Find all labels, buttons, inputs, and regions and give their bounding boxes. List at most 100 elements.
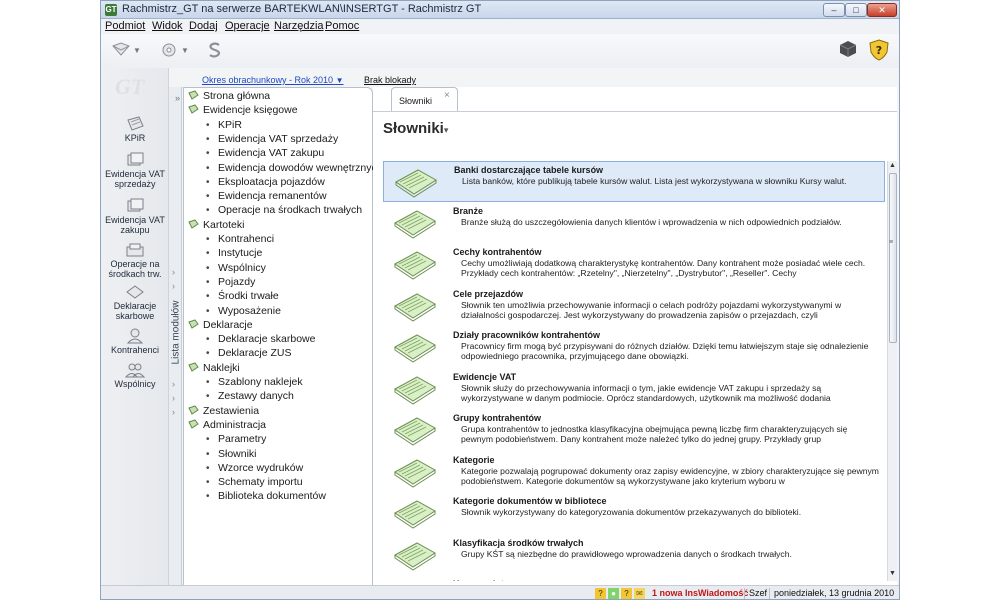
title-bar[interactable]: GT Rachmistrz_GT na serwerze BARTEKWLAN\… [101,1,899,19]
nav-srodki-trwale[interactable]: Operacje na środkach trw. [101,242,169,279]
tree-group[interactable]: Zestawienia [188,405,259,418]
tree-item[interactable]: • Wyposażenie [206,305,281,318]
toolbar-mail-button[interactable]: ▼ [111,39,141,61]
tree-item[interactable]: • Operacje na środkach trwałych [206,204,362,217]
bullet-icon: • [206,334,210,346]
tree-group[interactable]: Naklejki [188,362,240,375]
tree-group[interactable]: Strona główna [188,90,270,103]
dictionary-list-item[interactable]: Kursy walut [383,576,885,581]
module-icon-bar: GT KPiR Ewidencja VAT sprzedaży Ewidencj… [101,68,169,599]
menu-operacje[interactable]: Operacje [225,20,270,32]
tree-item[interactable]: • Kontrahenci [206,233,274,246]
tree-group[interactable]: Administracja [188,419,266,432]
toolbar-s-button[interactable] [205,39,225,61]
dictionary-list-item[interactable]: Banki dostarczające tabele kursów Lista b… [383,161,885,202]
dictionary-title: Klasyfikacja środków trwałych [453,537,584,548]
bullet-icon: • [206,462,210,474]
dictionary-list-item[interactable]: Cechy kontrahentów Cechy umożliwiają doda… [383,244,885,285]
envelope-icon[interactable]: ✉ [634,588,645,599]
dictionary-list-item[interactable]: Ewidencje VAT Słownik służy do przechowyw… [383,369,885,410]
chevron-down-icon[interactable]: ▼ [181,46,189,55]
tree-item[interactable]: • Środki trwałe [206,290,279,303]
new-messages-link[interactable]: 1 nowa InsWiadomość [652,588,748,598]
chevron-right-icon[interactable]: › [172,407,175,417]
tree-item[interactable]: • Ewidencja remanentów [206,190,327,203]
tree-item[interactable]: • Schematy importu [206,476,303,489]
tree-item[interactable]: • Ewidencja VAT sprzedaży [206,133,338,146]
gear-icon [162,43,176,57]
nav-kontrahenci[interactable]: Kontrahenci [101,328,169,355]
tree-item[interactable]: • Ewidencja VAT zakupu [206,147,324,160]
scroll-thumb[interactable] [889,173,897,343]
chevron-right-icon[interactable]: › [172,393,175,403]
tab-close-icon[interactable]: × [444,90,450,101]
lock-status-link[interactable]: Brak blokady [364,75,416,85]
nav-label: Kontrahenci [110,345,160,355]
tree-label: Ewidencja dowodów wewnętrznych [218,161,383,174]
nav-wspolnicy[interactable]: Wspólnicy [101,362,169,389]
dictionary-list-item[interactable]: Działy pracowników kontrahentów Pracownic… [383,327,885,368]
tree-item[interactable]: • Zestawy danych [206,390,294,403]
chevron-right-icon[interactable]: › [172,379,175,389]
scroll-down-icon[interactable]: ▼ [889,570,896,577]
menu-dodaj[interactable]: Dodaj [189,20,218,32]
tree-item[interactable]: • Ewidencja dowodów wewnętrznych [206,162,383,175]
chevron-right-icon[interactable]: › [172,299,175,309]
tree-item[interactable]: • Wzorce wydruków [206,462,303,475]
online-status-icon[interactable]: ● [608,588,619,599]
minimize-button[interactable]: – [823,3,845,17]
tree-label: Strona główna [203,90,271,102]
help-icon[interactable]: ? [595,588,606,599]
page-title[interactable]: Słowniki▾ [383,120,448,137]
tree-item[interactable]: • Wspólnicy [206,262,266,275]
dictionary-list-item[interactable]: Kategorie dokumentów w bibliotece Słownik… [383,493,885,534]
close-button[interactable]: ✕ [867,3,897,17]
dictionary-icon [395,169,437,198]
tree-item[interactable]: • Szablony naklejek [206,376,303,389]
chevron-down-icon[interactable]: ▼ [133,46,141,55]
tab-slowniki[interactable]: Słowniki × [391,87,458,111]
module-list-tab[interactable]: Lista modułów › › › › › › [169,87,182,599]
tree-item[interactable]: • Pojazdy [206,276,255,289]
pin-icon[interactable]: » [175,93,180,103]
dictionary-list-item[interactable]: Branże Branże służą do uszczegółowienia d… [383,203,885,244]
dictionary-list-item[interactable]: Grupy kontrahentów Grupa kontrahentów to … [383,410,885,451]
menu-pomoc[interactable]: Pomoc [325,20,359,32]
bullet-icon: • [206,477,210,489]
help-icon[interactable]: ? [621,588,632,599]
dictionary-list-item[interactable]: Klasyfikacja środków trwałych Grupy KŚT s… [383,535,885,576]
nav-vat-sprzedazy[interactable]: Ewidencja VAT sprzedaży [101,152,169,189]
dictionary-list-item[interactable]: Cele przejazdów Słownik ten umożliwia prz… [383,286,885,327]
tree-item[interactable]: • Eksploatacja pojazdów [206,176,325,189]
nav-vat-zakupu[interactable]: Ewidencja VAT zakupu [101,198,169,235]
dictionary-title: Kategorie [453,454,495,465]
tree-item[interactable]: • Słowniki [206,448,257,461]
menu-narzedzia[interactable]: Narzędzia [274,20,324,32]
menu-widok[interactable]: Widok [152,20,183,32]
tree-group[interactable]: Deklaracje [188,319,253,332]
period-selector[interactable]: Okres obrachunkowy - Rok 2010 ▼ [202,75,344,85]
chevron-right-icon[interactable]: › [172,267,175,277]
tree-item[interactable]: • Deklaracje skarbowe [206,333,315,346]
tree-label: Wspólnicy [218,261,266,274]
tree-item[interactable]: • Parametry [206,433,266,446]
vertical-scrollbar[interactable]: ▲ ≡ ▼ [887,161,897,581]
maximize-button[interactable]: □ [845,3,867,17]
scroll-up-icon[interactable]: ▲ [889,162,896,169]
menu-podmiot[interactable]: Podmiot [105,20,145,32]
tree-item[interactable]: • KPiR [206,119,242,132]
nav-deklaracje[interactable]: Deklaracje skarbowe [101,284,169,321]
chevron-right-icon[interactable]: › [172,281,175,291]
shield-help-icon[interactable]: ? [868,39,890,61]
tree-item[interactable]: • Instytucje [206,247,262,260]
nav-kpir[interactable]: KPiR [101,116,169,143]
nav-label: Deklaracje skarbowe [113,301,157,321]
toolbar-settings-button[interactable]: ▼ [159,39,189,61]
tree-item[interactable]: • Deklaracje ZUS [206,347,292,360]
dictionary-list-item[interactable]: Kategorie Kategorie pozwalają pogrupować … [383,452,885,493]
tree-item[interactable]: • Biblioteka dokumentów [206,490,326,503]
toolbar: ▼ ▼ ? [101,34,899,68]
cube-icon[interactable] [839,40,857,58]
tree-group[interactable]: Kartoteki [188,219,244,232]
tree-group[interactable]: Ewidencje księgowe [188,104,298,117]
